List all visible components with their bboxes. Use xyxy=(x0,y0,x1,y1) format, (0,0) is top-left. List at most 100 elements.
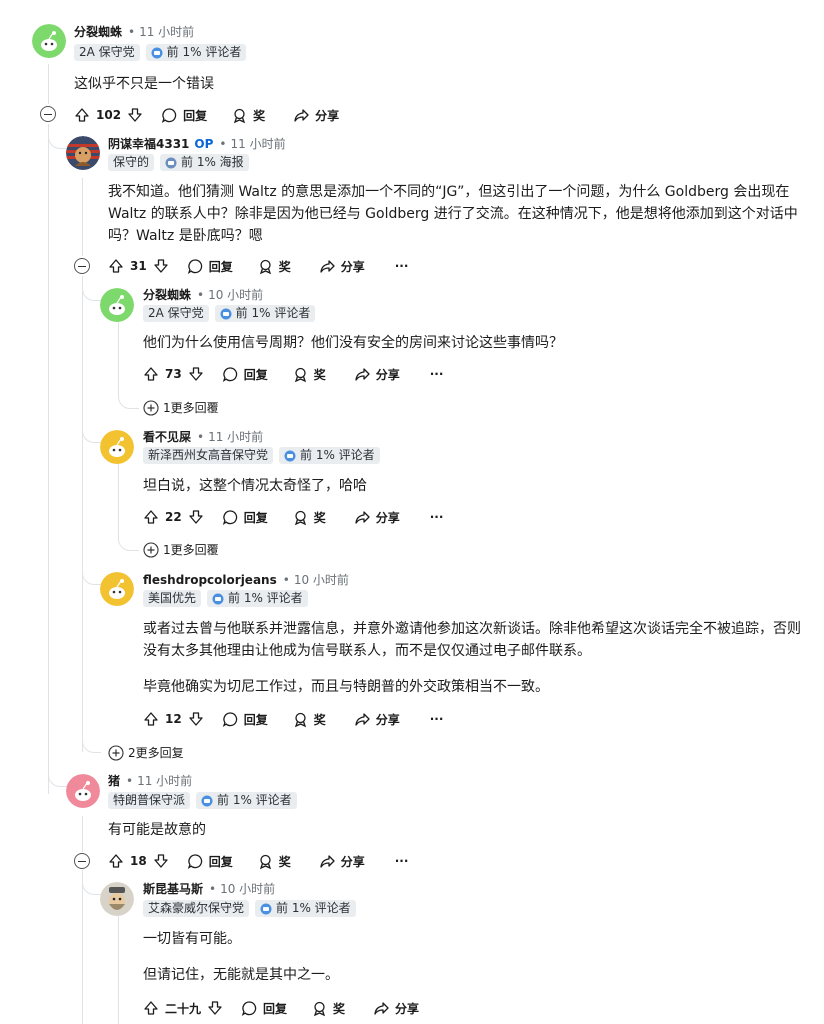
upvote-button[interactable] xyxy=(143,366,159,382)
downvote-button[interactable] xyxy=(188,711,204,727)
share-button[interactable]: 分享 xyxy=(319,853,365,870)
comment-actions: 31 回复 奖 分享 ··· xyxy=(108,255,408,277)
award-button[interactable]: 奖 xyxy=(292,711,326,728)
share-button[interactable]: 分享 xyxy=(354,366,400,383)
reply-button[interactable]: 回复 xyxy=(187,853,233,870)
comment-author[interactable]: 分裂蜘蛛 xyxy=(143,286,191,303)
award-button[interactable]: 奖 xyxy=(257,258,291,275)
upvote-button[interactable] xyxy=(108,853,124,869)
reply-button[interactable]: 回复 xyxy=(222,509,268,526)
downvote-button[interactable] xyxy=(207,1000,223,1016)
comment-actions: 22 回复 奖 分享 ··· xyxy=(143,506,443,528)
comment-time[interactable]: 10 小时前 xyxy=(220,880,275,897)
collapse-thread-button[interactable] xyxy=(74,853,90,869)
upvote-button[interactable] xyxy=(143,1000,159,1016)
more-replies-link[interactable]: 2更多回复 xyxy=(108,744,184,761)
achievement-badge: 前 1% 评论者 xyxy=(214,305,316,322)
vote-count: 12 xyxy=(165,712,182,726)
comment-time[interactable]: 11 小时前 xyxy=(230,135,285,152)
reply-button[interactable]: 回复 xyxy=(222,366,268,383)
comment-actions: 12 回复 奖 分享 ··· xyxy=(143,708,443,730)
award-button[interactable]: 奖 xyxy=(311,1000,345,1017)
more-replies-link[interactable]: 1更多回覆 xyxy=(143,541,219,558)
avatar[interactable] xyxy=(100,572,134,606)
downvote-button[interactable] xyxy=(127,107,143,123)
comment-author[interactable]: 斯昆基马斯 xyxy=(143,880,203,897)
downvote-button[interactable] xyxy=(153,258,169,274)
badge-label: 前 1% 评论者 xyxy=(300,448,375,462)
upvote-icon xyxy=(144,1001,158,1015)
comment-author[interactable]: 阴谋幸福4331 xyxy=(108,135,189,152)
upvote-button[interactable] xyxy=(143,711,159,727)
downvote-button[interactable] xyxy=(153,853,169,869)
comment-time[interactable]: 11 小时前 xyxy=(208,428,263,445)
reply-button[interactable]: 回复 xyxy=(187,258,233,275)
badge-label: 前 1% 海报 xyxy=(181,155,244,169)
comment-icon xyxy=(187,853,202,869)
achievement-badge: 前 1% 评论者 xyxy=(196,792,297,809)
more-options-button[interactable]: ··· xyxy=(395,259,409,273)
comment-time[interactable]: 11 小时前 xyxy=(139,23,194,40)
comment-icon xyxy=(222,509,237,525)
upvote-button[interactable] xyxy=(143,509,159,525)
more-replies-link[interactable]: 1更多回覆 xyxy=(143,399,219,416)
award-button[interactable]: 奖 xyxy=(292,509,326,526)
badge-label: 前 1% 评论者 xyxy=(228,591,303,605)
collapse-thread-button[interactable] xyxy=(40,106,56,122)
award-button[interactable]: 奖 xyxy=(231,107,265,124)
comment-author[interactable]: 猪 xyxy=(108,772,120,789)
avatar[interactable] xyxy=(66,774,100,808)
comment-time[interactable]: 10 小时前 xyxy=(208,286,263,303)
comment-body: 我不知道。他们猜测 Waltz 的意思是添加一个不同的“JG”，但这引出了一个问… xyxy=(108,184,798,244)
comment-author[interactable]: 分裂蜘蛛 xyxy=(74,23,122,40)
downvote-icon xyxy=(189,712,203,726)
comment-time[interactable]: 10 小时前 xyxy=(294,571,349,588)
share-icon xyxy=(320,854,335,868)
comment-icon xyxy=(161,107,177,123)
comment-author[interactable]: fleshdropcolorjeans xyxy=(143,573,277,587)
award-button[interactable]: 奖 xyxy=(257,853,291,870)
share-button[interactable]: 分享 xyxy=(373,1000,419,1017)
award-button[interactable]: 奖 xyxy=(292,366,326,383)
user-flair: 特朗普保守派 xyxy=(108,792,191,809)
user-flair: 美国优先 xyxy=(143,590,202,607)
comment-body: 他们为什么使用信号周期？他们没有安全的房间来讨论这些事情吗？ xyxy=(143,335,563,351)
downvote-button[interactable] xyxy=(188,366,204,382)
share-icon xyxy=(355,510,370,524)
share-icon xyxy=(355,712,370,726)
comment-body: 或者过去曾与他联系并泄露信息，并意外邀请他参加这次新谈话。除非他希望这次谈话完全… xyxy=(143,621,801,659)
avatar[interactable] xyxy=(66,136,100,170)
more-options-button[interactable]: ··· xyxy=(430,367,444,381)
share-button[interactable]: 分享 xyxy=(354,509,400,526)
avatar[interactable] xyxy=(100,430,134,464)
downvote-button[interactable] xyxy=(188,509,204,525)
collapse-thread-button[interactable] xyxy=(74,258,90,274)
share-button[interactable]: 分享 xyxy=(319,258,365,275)
reply-button[interactable]: 回复 xyxy=(222,711,268,728)
more-options-button[interactable]: ··· xyxy=(395,854,409,868)
badge-icon xyxy=(201,795,213,806)
badge-label: 前 1% 评论者 xyxy=(276,901,351,915)
vote-count: 18 xyxy=(130,854,147,868)
share-icon xyxy=(374,1001,389,1015)
more-options-button[interactable]: ··· xyxy=(430,510,444,524)
award-icon xyxy=(294,712,306,727)
vote-count: 二十九 xyxy=(165,1001,202,1016)
upvote-button[interactable] xyxy=(74,107,90,123)
reply-button[interactable]: 回复 xyxy=(241,1000,287,1017)
comment-author[interactable]: 看不见屎 xyxy=(143,428,191,445)
upvote-button[interactable] xyxy=(108,258,124,274)
separator-dot: • xyxy=(128,24,136,39)
avatar[interactable] xyxy=(100,882,134,916)
vote-count: 73 xyxy=(165,367,182,381)
reply-button[interactable]: 回复 xyxy=(161,107,207,124)
share-button[interactable]: 分享 xyxy=(293,107,339,124)
avatar[interactable] xyxy=(32,24,66,58)
comment-body: 有可能是故意的 xyxy=(108,822,206,838)
share-button[interactable]: 分享 xyxy=(354,711,400,728)
more-options-button[interactable]: ··· xyxy=(430,712,444,726)
user-flair: 艾森豪威尔保守党 xyxy=(143,900,250,917)
badge-icon xyxy=(260,903,272,914)
avatar[interactable] xyxy=(100,288,134,322)
comment-time[interactable]: 11 小时前 xyxy=(137,772,192,789)
